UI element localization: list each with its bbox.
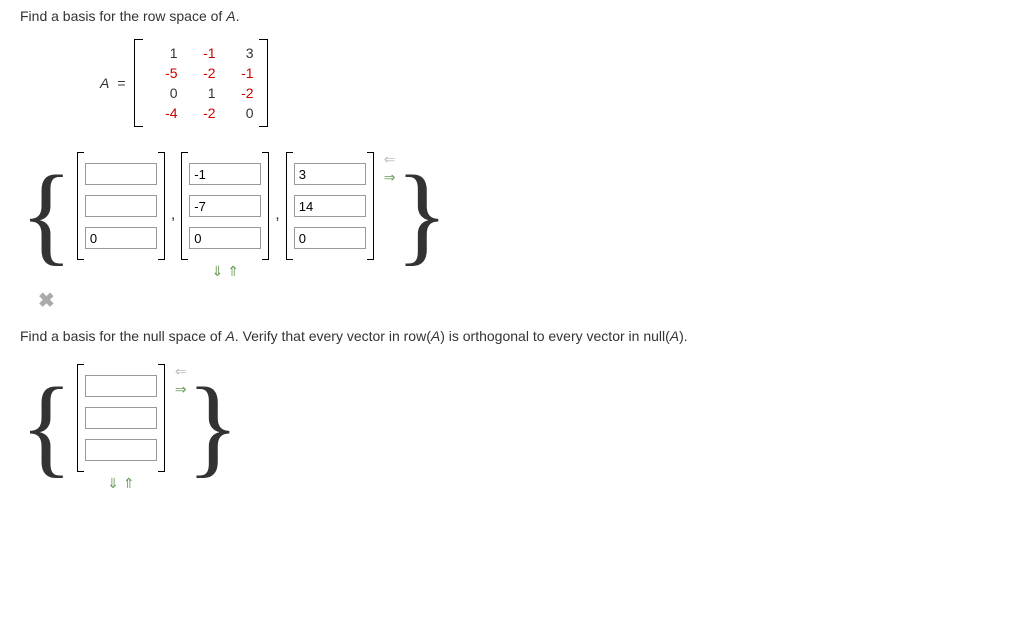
answer-input[interactable]	[85, 163, 157, 185]
prompt2-suffix: ).	[679, 328, 688, 344]
matrix-cell: 1	[144, 43, 182, 63]
row-controls: ⇓ ⇑	[212, 264, 239, 278]
answer-vector	[286, 152, 374, 260]
prompt2-var3: A	[670, 328, 679, 344]
answer-null-space: { ⇓ ⇑ ⇐ ⇒ }	[20, 364, 1004, 490]
answer-input[interactable]	[294, 163, 366, 185]
vector-entry	[189, 190, 261, 222]
vector-entry	[294, 190, 366, 222]
prompt1-var: A	[226, 8, 235, 24]
answer-vector	[181, 152, 269, 260]
comma: ,	[275, 206, 279, 224]
answer-input[interactable]	[85, 375, 157, 397]
matrix-cell: -2	[182, 103, 220, 123]
matrix-cell: -2	[220, 83, 258, 103]
prompt2-var2: A	[431, 328, 440, 344]
matrix-cell: -4	[144, 103, 182, 123]
prompt2-mid2: ) is orthogonal to every vector in null(	[440, 328, 670, 344]
answer-input[interactable]	[85, 407, 157, 429]
vector-entry	[85, 158, 157, 190]
answer-input[interactable]	[85, 195, 157, 217]
vector-entry	[85, 370, 157, 402]
equals-sign: =	[117, 75, 125, 91]
vector-entry	[189, 158, 261, 190]
comma: ,	[171, 206, 175, 224]
vector-with-controls: ⇓ ⇑	[177, 152, 273, 278]
column-controls: ⇐ ⇒	[175, 364, 187, 396]
prompt1-prefix: Find a basis for the row space of	[20, 8, 226, 24]
matrix-row: 0 1 -2	[144, 83, 258, 103]
brace-left-icon: {	[20, 380, 73, 474]
matrix-cell: -1	[220, 63, 258, 83]
answer-input[interactable]	[85, 227, 157, 249]
matrix-cell: -5	[144, 63, 182, 83]
matrix-row: -5 -2 -1	[144, 63, 258, 83]
brace-right-icon: }	[187, 380, 240, 474]
row-controls: ⇓ ⇑	[107, 476, 134, 490]
prompt2-var: A	[225, 328, 234, 344]
vectors-group: ⇓ ⇑ ⇐ ⇒	[73, 364, 187, 490]
brace-left-icon: {	[20, 168, 73, 262]
prompt2-mid: . Verify that every vector in row(	[235, 328, 431, 344]
add-vector-icon[interactable]: ⇒	[384, 170, 396, 184]
matrix-row: -4 -2 0	[144, 103, 258, 123]
add-vector-icon[interactable]: ⇒	[175, 382, 187, 396]
remove-vector-icon[interactable]: ⇐	[384, 152, 396, 166]
answer-input[interactable]	[294, 195, 366, 217]
matrix-cell: 0	[144, 83, 182, 103]
vector-entry	[85, 222, 157, 254]
vector-entry	[294, 222, 366, 254]
prompt1-suffix: .	[236, 8, 240, 24]
wrong-icon: ✖	[38, 288, 1004, 313]
matrix-cell: -1	[182, 43, 220, 63]
matrix-display: A = 1 -1 3 -5 -2 -1 0 1 -2 -4 -2 0	[100, 39, 1004, 127]
vector-entry	[294, 158, 366, 190]
answer-vector	[77, 364, 165, 472]
answer-input[interactable]	[85, 439, 157, 461]
vectors-group: , ⇓ ⇑ , ⇐ ⇒	[73, 152, 396, 278]
vector-entry	[85, 190, 157, 222]
matrix-cell: -2	[182, 63, 220, 83]
matrix-label: A	[100, 75, 109, 91]
remove-vector-icon[interactable]: ⇐	[175, 364, 187, 378]
matrix-cell: 3	[220, 43, 258, 63]
matrix-cell: 1	[182, 83, 220, 103]
answer-input[interactable]	[294, 227, 366, 249]
remove-row-icon[interactable]: ⇑	[123, 476, 135, 490]
answer-row-space: { , ⇓ ⇑ ,	[20, 152, 1004, 278]
column-controls: ⇐ ⇒	[384, 152, 396, 184]
matrix-A: 1 -1 3 -5 -2 -1 0 1 -2 -4 -2 0	[134, 39, 268, 127]
vector-with-controls: ⇓ ⇑	[73, 364, 169, 490]
vector-entry	[189, 222, 261, 254]
answer-input[interactable]	[189, 227, 261, 249]
vector-entry	[85, 434, 157, 466]
answer-input[interactable]	[189, 195, 261, 217]
prompt-null-space: Find a basis for the null space of A. Ve…	[20, 328, 1004, 344]
prompt2-prefix: Find a basis for the null space of	[20, 328, 225, 344]
add-row-icon[interactable]: ⇓	[107, 476, 119, 490]
section-null-space: Find a basis for the null space of A. Ve…	[20, 328, 1004, 490]
brace-right-icon: }	[395, 168, 448, 262]
remove-row-icon[interactable]: ⇑	[227, 264, 239, 278]
answer-input[interactable]	[189, 163, 261, 185]
answer-vector	[77, 152, 165, 260]
matrix-row: 1 -1 3	[144, 43, 258, 63]
matrix-cell: 0	[220, 103, 258, 123]
vector-entry	[85, 402, 157, 434]
add-row-icon[interactable]: ⇓	[212, 264, 224, 278]
prompt-row-space: Find a basis for the row space of A.	[20, 8, 1004, 24]
